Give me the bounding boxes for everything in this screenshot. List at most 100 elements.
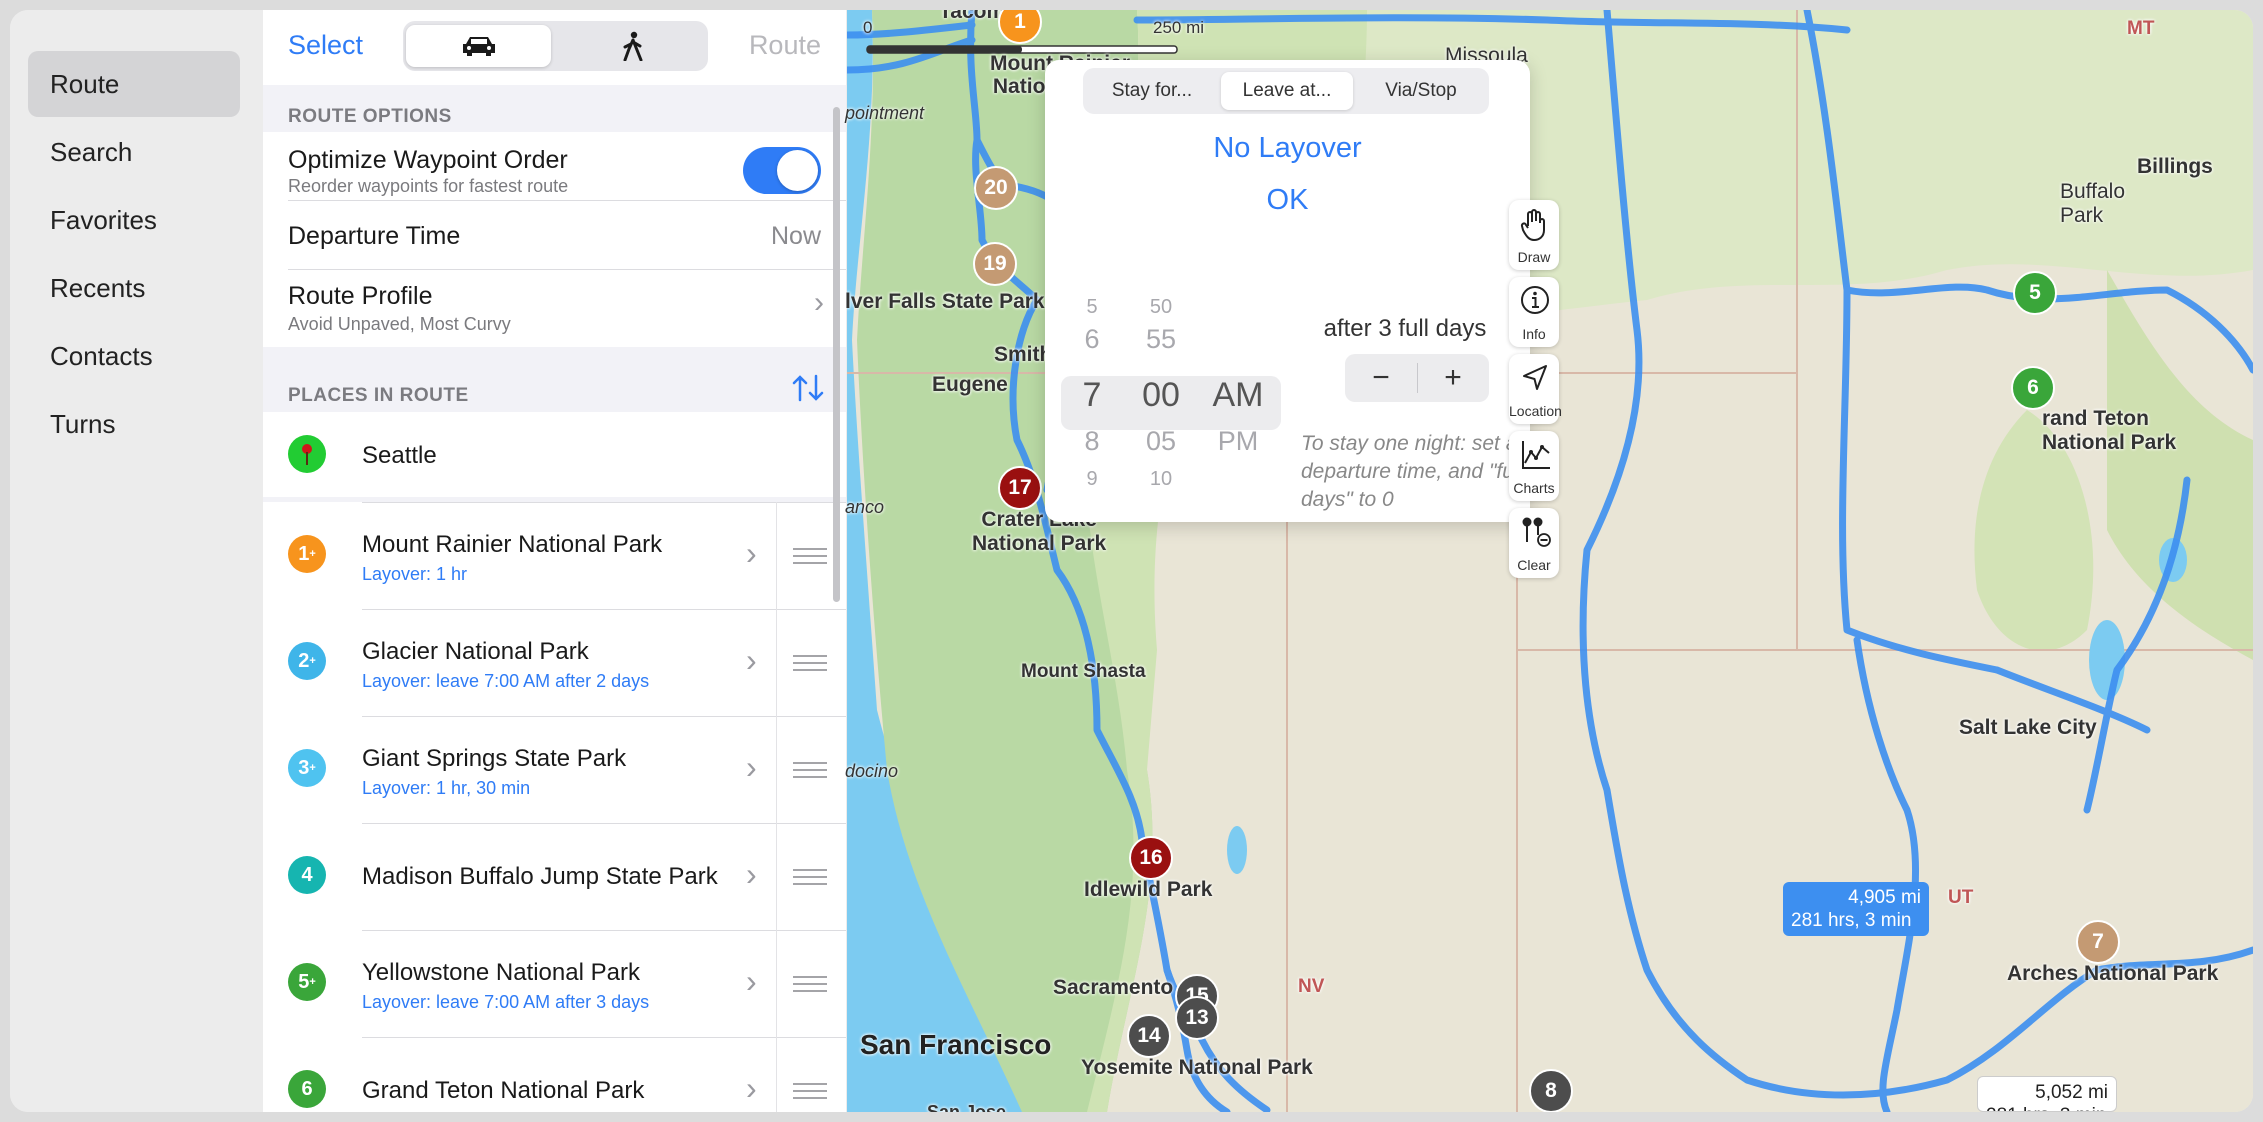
departure-time-row[interactable]: Departure Time Now [263,201,846,269]
route-profile-row[interactable]: Route Profile Avoid Unpaved, Most Curvy … [263,270,846,347]
alt-route-distance-callout[interactable]: 5,052 mi 281 hrs, 3 min [1977,1076,2117,1112]
minute-selected[interactable]: 00 [1131,376,1191,415]
chevron-right-icon: › [746,749,757,785]
tab-stay-for[interactable]: Stay for... [1087,72,1217,110]
info-icon [1521,286,1549,314]
place-name: Mount Rainier National Park [362,531,663,558]
sort-icon[interactable] [791,373,825,403]
clear-button[interactable]: Clear [1509,508,1559,578]
map-pin[interactable]: 16 [1129,836,1173,880]
map-pin[interactable]: 5 [2013,271,2057,315]
sidebar-item-turns[interactable]: Turns [28,391,240,457]
time-picker[interactable]: 5 6 7 8 9 50 55 00 05 10 AM PM [1061,296,1281,508]
hour-option[interactable]: 5 [1067,296,1117,318]
map-pin[interactable]: 6 [2011,366,2055,410]
days-stepper: − + [1345,354,1489,402]
waypoint-badge: 1 + [288,535,326,573]
waypoint-badge: 5 + [288,963,326,1001]
walk-mode-button[interactable] [560,25,705,67]
hour-option[interactable]: 8 [1067,426,1117,457]
start-pin-icon [288,435,326,473]
place-name: Grand Teton National Park [362,1077,645,1104]
decrement-button[interactable]: − [1345,354,1417,402]
departure-title: Departure Time [288,222,461,250]
scrollbar[interactable] [833,107,840,602]
scale-start-label: 0 [863,18,873,37]
place-name: Giant Springs State Park [362,745,627,772]
list-item[interactable]: 5 + Yellowstone National Park Layover: le… [263,930,846,1037]
ampm-option[interactable]: PM [1201,426,1275,457]
sidebar-item-recents[interactable]: Recents [28,255,240,321]
divider [362,930,846,931]
place-layover: Layover: leave 7:00 AM after 3 days [362,992,650,1012]
optimize-toggle[interactable] [743,147,821,194]
drag-handle-icon[interactable] [793,548,827,564]
sidebar-item-favorites[interactable]: Favorites [28,187,240,253]
drag-handle-icon[interactable] [793,976,827,992]
draw-button[interactable]: Draw [1509,200,1559,270]
minute-option[interactable]: 05 [1131,426,1191,457]
map-label-state-nv: NV [1298,976,1325,997]
divider [362,1037,846,1038]
drag-handle-icon[interactable] [793,869,827,885]
list-item[interactable]: Seattle [263,412,846,497]
map-pin[interactable]: 20 [974,166,1018,210]
ampm-selected[interactable]: AM [1201,376,1275,415]
sidebar-item-search[interactable]: Search [28,119,240,185]
divider [362,823,846,824]
drag-handle-icon[interactable] [793,1083,827,1099]
route-profile-subtitle: Avoid Unpaved, Most Curvy [288,314,511,334]
list-item[interactable]: 2 + Glacier National Park Layover: leave … [263,609,846,716]
drag-handle-icon[interactable] [793,655,827,671]
panel-toolbar: Select Route [263,10,846,85]
divider [776,609,777,716]
hour-option[interactable]: 9 [1067,468,1117,490]
map-label-docino: docino [845,761,899,781]
travel-mode-selector [403,21,708,71]
location-label: Location [1509,403,1562,419]
waypoint-badge: 4 [288,856,326,894]
departure-value: Now [770,222,821,250]
info-button[interactable]: Info [1509,277,1559,347]
list-item[interactable]: 3 + Giant Springs State Park Layover: 1 h… [263,716,846,823]
minute-option[interactable]: 55 [1131,324,1191,355]
car-mode-button[interactable] [406,25,551,67]
sidebar-item-route[interactable]: Route [28,51,240,117]
map-pin[interactable]: 17 [998,466,1042,510]
ok-button[interactable]: OK [1045,184,1530,217]
increment-button[interactable]: + [1417,354,1489,402]
chevron-right-icon: › [746,1070,757,1106]
map-pin[interactable]: 8 [1529,1069,1573,1112]
map-pin[interactable]: 19 [973,242,1017,286]
map-pin[interactable]: 7 [2076,920,2120,964]
route-distance-time: 281 hrs, 3 min [1791,910,1912,931]
place-layover: Layover: 1 hr, 30 min [362,778,531,798]
map-pin[interactable]: 14 [1127,1014,1171,1058]
list-item[interactable]: 4 Madison Buffalo Jump State Park › [263,823,846,930]
route-distance-callout[interactable]: 4,905 mi 281 hrs, 3 min [1783,882,1929,936]
scale-end-label: 250 mi [1153,18,1205,37]
clear-label: Clear [1517,557,1551,573]
minute-option[interactable]: 10 [1131,468,1191,490]
drag-handle-icon[interactable] [793,762,827,778]
route-button[interactable]: Route [749,30,821,61]
minute-option[interactable]: 50 [1131,296,1191,318]
tab-leave-at[interactable]: Leave at... [1221,72,1353,110]
no-layover-button[interactable]: No Layover [1045,132,1530,165]
map-pin[interactable]: 13 [1175,996,1219,1040]
car-icon [462,37,495,56]
hour-selected[interactable]: 7 [1067,376,1117,415]
location-button[interactable]: Location [1509,354,1562,424]
route-profile-title: Route Profile [288,282,433,310]
sidebar-item-contacts[interactable]: Contacts [28,323,240,389]
tab-via-stop[interactable]: Via/Stop [1357,72,1485,110]
hour-option[interactable]: 6 [1067,324,1117,355]
list-item[interactable]: 1 + Mount Rainier National Park Layover: … [263,502,846,609]
list-item[interactable]: 6 Grand Teton National Park › [263,1037,846,1112]
charts-button[interactable]: Charts [1509,431,1559,501]
layover-mode-selector: Stay for... Leave at... Via/Stop [1083,68,1489,114]
select-button[interactable]: Select [288,30,363,61]
route-options-header: ROUTE OPTIONS [288,106,452,127]
divider [362,609,846,610]
waypoint-badge: 3 + [288,749,326,787]
